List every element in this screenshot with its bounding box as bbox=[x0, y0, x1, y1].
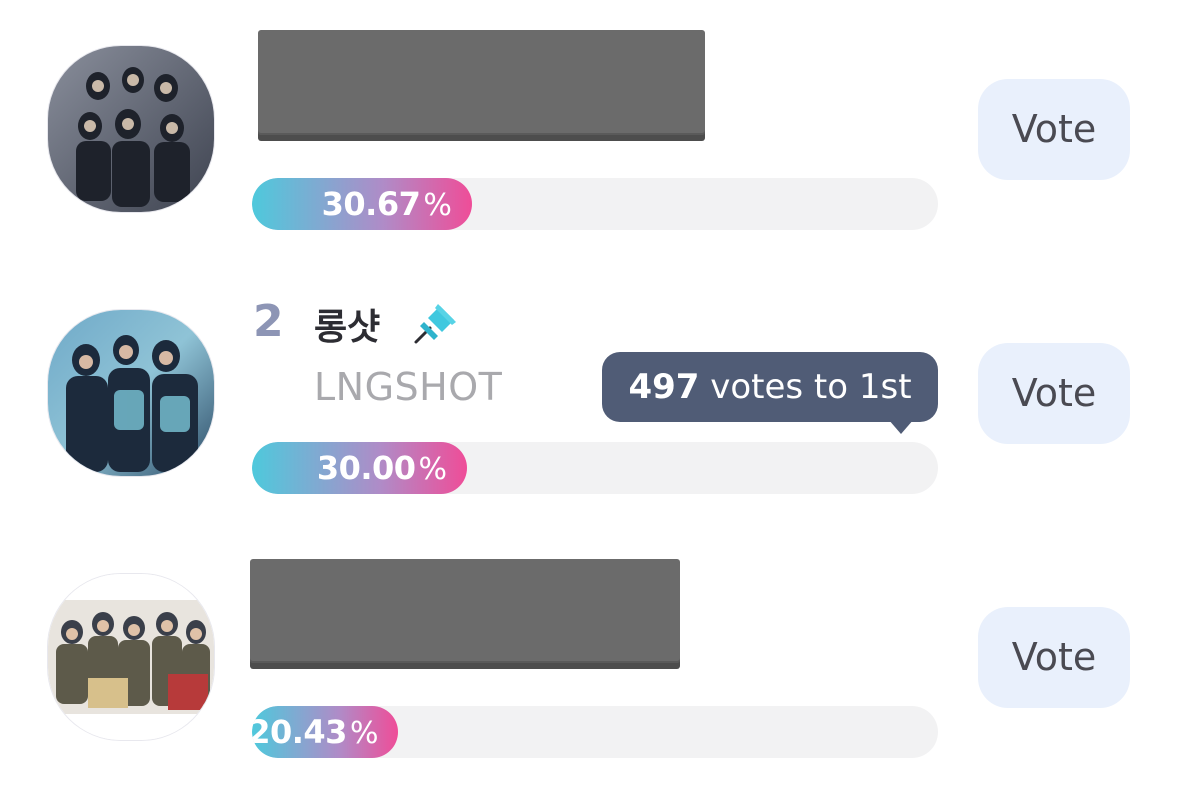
candidate-avatar-3 bbox=[48, 574, 214, 740]
percent-sign: % bbox=[423, 188, 452, 223]
vote-progress-fill-1: 30.67% bbox=[252, 178, 472, 230]
redacted-name-block-3 bbox=[250, 559, 680, 663]
pushpin-icon bbox=[410, 300, 460, 346]
candidate-name-english: LNGSHOT bbox=[314, 365, 503, 409]
vote-progress-fill-2: 30.00% bbox=[252, 442, 468, 494]
redacted-name-block-1 bbox=[258, 30, 705, 135]
vote-progress-fill-3: 20.43% bbox=[252, 706, 399, 758]
tooltip-text: votes to 1st bbox=[710, 367, 912, 407]
candidate-row-1: 30.67% Vote bbox=[0, 0, 1179, 260]
candidate-avatar-2 bbox=[48, 310, 214, 476]
vote-percentage-value: 20.43 bbox=[252, 713, 347, 751]
rank-number: 2 bbox=[253, 296, 284, 347]
tooltip-pointer bbox=[888, 419, 914, 434]
vote-percentage-label-1: 30.67% bbox=[322, 178, 452, 230]
vote-percentage-value: 30.67 bbox=[321, 185, 421, 223]
vote-progress-track-3: 20.43% bbox=[252, 706, 938, 758]
percent-sign: % bbox=[349, 716, 379, 751]
percent-sign: % bbox=[418, 452, 448, 487]
vote-button-2[interactable]: Vote bbox=[978, 343, 1130, 444]
vote-percentage-label-2: 30.00% bbox=[317, 442, 447, 494]
vote-progress-track-1: 30.67% bbox=[252, 178, 938, 230]
votes-to-first-tooltip: 497 votes to 1st bbox=[602, 352, 938, 422]
vote-button-1[interactable]: Vote bbox=[978, 79, 1130, 180]
candidate-avatar-1 bbox=[48, 46, 214, 212]
vote-percentage-label-3: 20.43% bbox=[252, 706, 378, 758]
vote-button-3[interactable]: Vote bbox=[978, 607, 1130, 708]
vote-percentage-value: 30.00 bbox=[316, 449, 416, 487]
vote-progress-track-2: 30.00% bbox=[252, 442, 938, 494]
tooltip-vote-count: 497 bbox=[628, 367, 700, 407]
candidate-name-korean: 롱샷 bbox=[314, 307, 381, 348]
